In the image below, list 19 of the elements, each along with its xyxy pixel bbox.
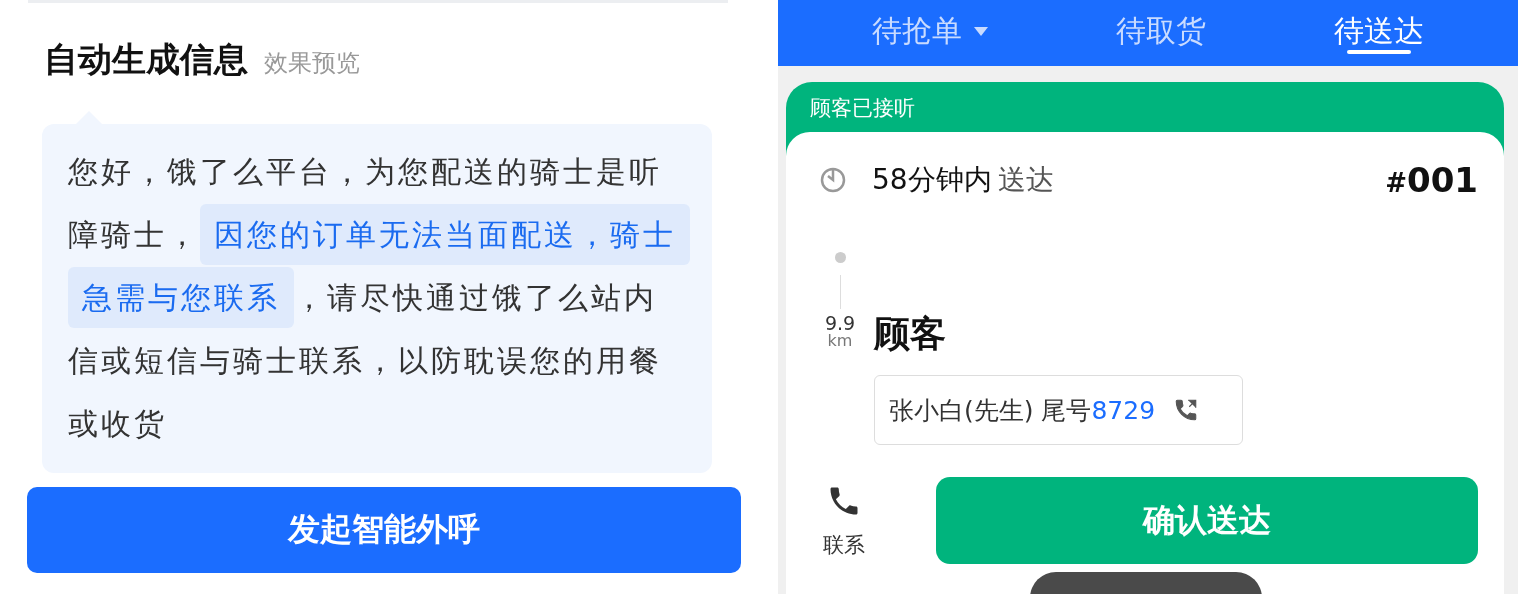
call-status: 顾客已接听 [809, 95, 916, 122]
timer-icon [820, 167, 846, 193]
tab[interactable]: 待抢单 [872, 0, 988, 66]
section-title: 自动生成信息 [44, 38, 248, 81]
section-subtitle: 效果预览 [264, 48, 360, 79]
start-call-button[interactable]: 发起智能外呼 [27, 487, 741, 573]
route-dot [834, 252, 846, 263]
customer-phone[interactable]: 张小白(先生) 尾号8729 [874, 375, 1243, 445]
distance-unit: km [827, 333, 853, 349]
tab-indicator [1347, 50, 1411, 54]
distance-value: 9.9 [824, 313, 856, 333]
destination-title: 顾客 [874, 312, 947, 356]
delivery-label: 送达 [997, 162, 1054, 198]
tab[interactable]: 待送达 [1334, 0, 1424, 66]
delivery-time: 58分钟内 [872, 162, 992, 198]
confirm-delivery-button[interactable]: 确认送达 [936, 477, 1478, 564]
contact-button[interactable]: 联系 [804, 481, 884, 560]
tab[interactable]: 待取货 [1116, 0, 1206, 66]
order-number: #001 [1385, 160, 1478, 200]
